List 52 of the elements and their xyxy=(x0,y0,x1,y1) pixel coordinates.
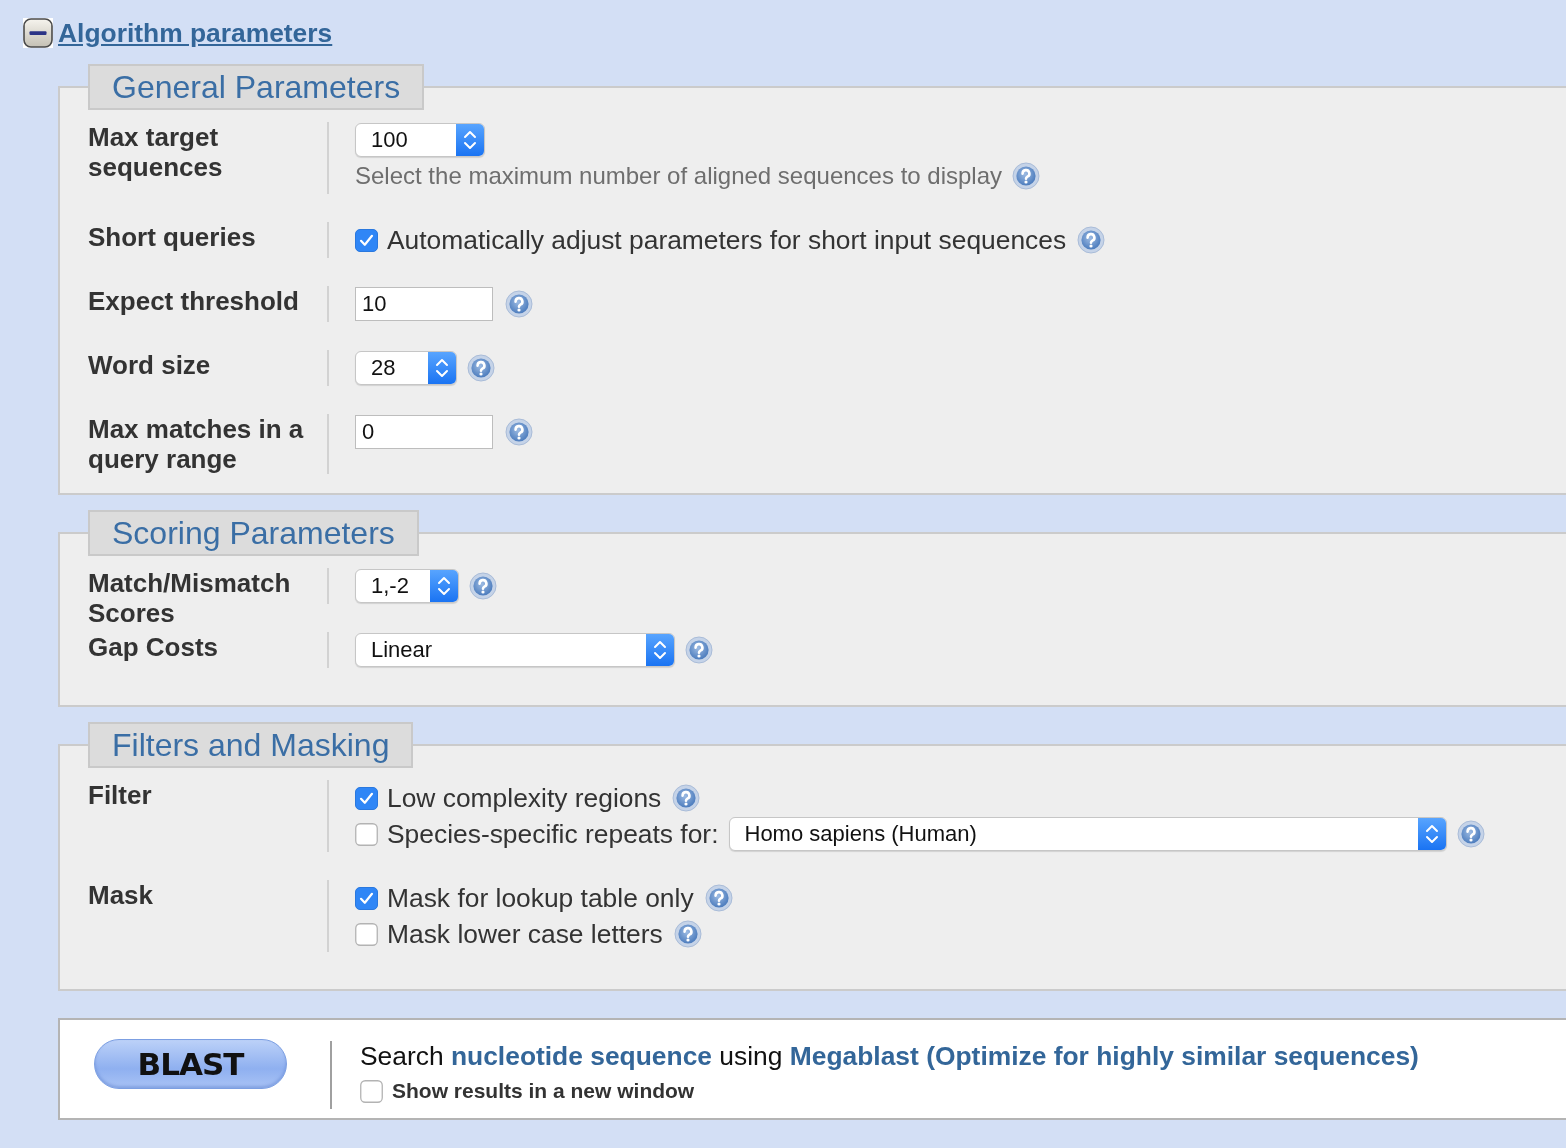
up-down-chevron-icon xyxy=(430,570,458,602)
field-label: Match/Mismatch Scores xyxy=(88,568,292,628)
group-heading: Filters and Masking xyxy=(88,722,414,768)
checkbox-label[interactable]: Mask for lookup table only xyxy=(387,882,694,914)
help-icon[interactable] xyxy=(672,784,701,812)
help-icon[interactable] xyxy=(1456,820,1485,848)
dropdown[interactable]: 100 xyxy=(355,123,485,157)
field-label: Filter xyxy=(88,780,153,810)
help-icon[interactable] xyxy=(505,418,533,446)
up-down-chevron-icon xyxy=(646,634,674,666)
help-icon[interactable] xyxy=(704,884,733,912)
blast-button[interactable]: BLAST xyxy=(94,1039,287,1089)
help-icon[interactable] xyxy=(467,354,495,382)
help-icon[interactable] xyxy=(1012,162,1040,190)
field-label: Word size xyxy=(88,350,212,380)
search-summary: Search nucleotide sequence using Megablast (Optimize for highly similar sequences) xyxy=(360,1041,1419,1071)
checkbox-label[interactable]: Automatically adjust parameters for short input sequences xyxy=(387,224,1067,256)
text-field[interactable]: 10 xyxy=(355,287,493,321)
group-heading: General Parameters xyxy=(88,64,425,110)
checkbox[interactable] xyxy=(360,1079,383,1103)
checkbox-label[interactable]: Show results in a new window xyxy=(392,1079,695,1103)
checkbox[interactable] xyxy=(355,886,378,910)
checkbox[interactable] xyxy=(355,922,378,946)
text-field[interactable]: 0 xyxy=(355,415,493,449)
dropdown[interactable]: 1,-2 xyxy=(355,569,459,603)
help-icon[interactable] xyxy=(685,636,713,664)
help-icon[interactable] xyxy=(673,920,702,948)
field-label: Expect threshold xyxy=(88,286,300,316)
help-icon[interactable] xyxy=(505,290,533,318)
field-label: Mask xyxy=(88,880,155,910)
collapse-icon[interactable] xyxy=(23,17,53,48)
help-icon[interactable] xyxy=(1077,226,1106,254)
checkbox-label[interactable]: Species-specific repeats for: xyxy=(387,818,719,850)
checkbox[interactable] xyxy=(355,786,378,810)
field-label: Max matches in a query range xyxy=(88,414,305,474)
checkbox-label[interactable]: Low complexity regions xyxy=(387,782,662,814)
group-heading: Scoring Parameters xyxy=(88,510,419,556)
field-label: Gap Costs xyxy=(88,632,220,662)
dropdown[interactable]: Homo sapiens (Human) xyxy=(728,817,1447,851)
section-link[interactable]: Algorithm parameters xyxy=(58,17,333,48)
checkbox[interactable] xyxy=(355,228,378,252)
field-label: Max target sequences xyxy=(88,122,224,182)
dropdown[interactable]: 28 xyxy=(355,351,457,385)
checkbox-label[interactable]: Mask lower case letters xyxy=(387,918,663,950)
hint-text: Select the maximum number of aligned sequences to display xyxy=(355,162,1002,190)
checkbox[interactable] xyxy=(355,822,378,846)
help-icon[interactable] xyxy=(469,572,497,600)
up-down-chevron-icon xyxy=(456,124,484,156)
field-label: Short queries xyxy=(88,222,257,252)
up-down-chevron-icon xyxy=(1417,818,1446,850)
up-down-chevron-icon xyxy=(428,352,456,384)
dropdown[interactable]: Linear xyxy=(355,633,675,667)
